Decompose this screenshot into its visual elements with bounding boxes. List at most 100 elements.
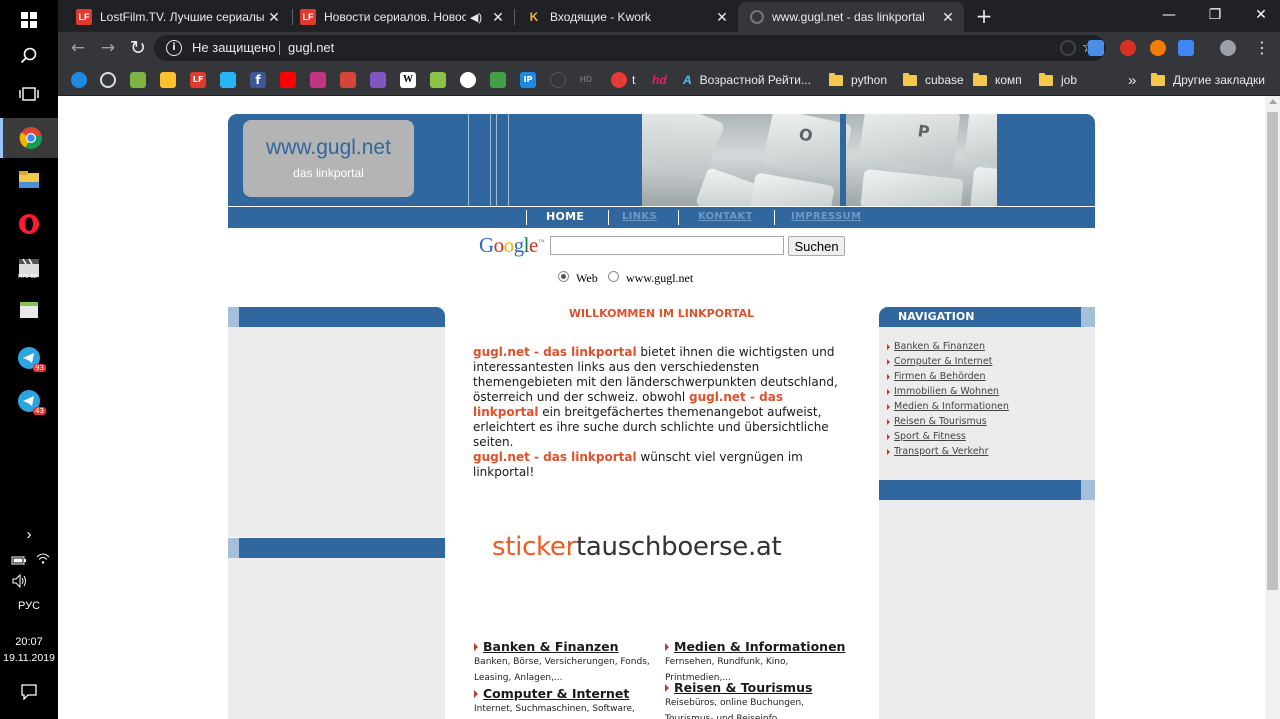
menu-links[interactable]: LINKS bbox=[622, 211, 657, 222]
android-icon[interactable] bbox=[430, 72, 446, 88]
taskbar-telegram-1[interactable]: 93 bbox=[0, 338, 58, 378]
nav-link-medien[interactable]: Medien & Informationen bbox=[887, 401, 1009, 412]
taskbar-telegram-2[interactable]: 43 bbox=[0, 381, 58, 421]
forward-button[interactable]: → bbox=[96, 36, 120, 60]
hd-icon[interactable]: HD bbox=[578, 72, 594, 88]
search-button[interactable] bbox=[0, 36, 58, 76]
close-icon[interactable]: ✕ bbox=[488, 9, 508, 26]
wikipedia-icon[interactable]: W bbox=[400, 72, 416, 88]
taskbar-explorer[interactable] bbox=[0, 160, 58, 200]
taskbar-opera[interactable] bbox=[0, 204, 58, 244]
instagram-icon[interactable] bbox=[310, 72, 326, 88]
url-text[interactable]: gugl.net bbox=[288, 40, 334, 55]
scrollbar-thumb[interactable] bbox=[1267, 112, 1278, 590]
reload-button[interactable]: ↻ bbox=[126, 36, 150, 60]
close-icon[interactable]: ✕ bbox=[712, 9, 732, 26]
menu-kontakt[interactable]: KONTAKT bbox=[698, 211, 753, 222]
speaker-icon[interactable]: ◀) bbox=[470, 11, 482, 24]
bookmark-folder-cubase[interactable]: cubase bbox=[903, 71, 964, 89]
task-view-button[interactable] bbox=[0, 74, 58, 114]
extension-adblock-icon[interactable] bbox=[1120, 40, 1136, 56]
nav-link-firmen[interactable]: Firmen & Behörden bbox=[887, 371, 986, 382]
close-window-button[interactable]: ✕ bbox=[1238, 0, 1280, 30]
volume-icon[interactable] bbox=[11, 573, 29, 592]
bookmark-folder-python[interactable]: python bbox=[829, 71, 887, 89]
radio-web-label[interactable]: Web bbox=[576, 271, 598, 286]
taskbar-mpc[interactable]: MPC-BE bbox=[0, 248, 58, 288]
lf-icon[interactable]: LF bbox=[190, 72, 206, 88]
search-button[interactable]: Suchen bbox=[788, 236, 845, 256]
facebook-icon[interactable]: f bbox=[250, 72, 266, 88]
nav-link-transport[interactable]: Transport & Verkehr bbox=[887, 446, 988, 457]
nav-link-computer[interactable]: Computer & Internet bbox=[887, 356, 992, 367]
site-logo[interactable]: www.gugl.net das linkportal bbox=[243, 120, 414, 197]
taskbar-chrome[interactable] bbox=[0, 118, 58, 158]
bookmark-folder-other[interactable]: Другие закладки bbox=[1151, 71, 1265, 89]
security-label[interactable]: Не защищено bbox=[192, 40, 276, 55]
menu-dots-icon[interactable]: ⋮ bbox=[1250, 36, 1274, 60]
extension-google-translate-icon[interactable] bbox=[1178, 40, 1194, 56]
new-tab-button[interactable]: + bbox=[972, 4, 996, 28]
nav-link-sport[interactable]: Sport & Fitness bbox=[887, 431, 966, 442]
bookmark-hd-pink[interactable]: hd bbox=[652, 71, 667, 89]
bookmark-ok-icon[interactable] bbox=[460, 72, 476, 88]
menu-home[interactable]: HOME bbox=[546, 210, 584, 223]
bookmark-bars-icon[interactable] bbox=[490, 72, 506, 88]
close-icon[interactable]: ✕ bbox=[264, 9, 284, 26]
category-title[interactable]: Computer & Internet bbox=[483, 686, 629, 701]
bookmark-arrow-icon[interactable] bbox=[71, 72, 87, 88]
bookmark-play-icon[interactable] bbox=[370, 72, 386, 88]
profile-avatar-icon[interactable] bbox=[1220, 40, 1236, 56]
gmail-icon[interactable] bbox=[340, 72, 356, 88]
ip-icon[interactable]: IP bbox=[520, 72, 536, 88]
bookmarks-overflow-button[interactable]: » bbox=[1128, 71, 1136, 89]
back-button[interactable]: ← bbox=[66, 36, 90, 60]
tab-lostfilm[interactable]: LF LostFilm.TV. Лучшие сериалы. С ✕ bbox=[64, 2, 290, 32]
notification-icon[interactable] bbox=[21, 684, 37, 704]
bookmark-age-rating[interactable]: A Возрастной Рейти... bbox=[683, 71, 811, 89]
bookmark-t[interactable]: t bbox=[632, 71, 635, 89]
extension-circle-icon[interactable] bbox=[1060, 40, 1076, 56]
bookmark-image-icon[interactable] bbox=[130, 72, 146, 88]
tab-gugl-active[interactable]: www.gugl.net - das linkportal ✕ bbox=[738, 2, 964, 32]
category-computer[interactable]: Computer & Internet Internet, Suchmaschi… bbox=[474, 686, 664, 719]
search-input[interactable] bbox=[550, 236, 784, 255]
category-title[interactable]: Banken & Finanzen bbox=[483, 639, 619, 654]
input-language[interactable]: РУС bbox=[0, 600, 58, 612]
address-bar[interactable]: i Не защищено gugl.net ☆ bbox=[154, 35, 1106, 61]
bookmark-aperture-icon[interactable] bbox=[100, 72, 116, 88]
clock-time[interactable]: 20:07 bbox=[0, 636, 58, 648]
minimize-button[interactable]: — bbox=[1146, 0, 1192, 30]
category-medien[interactable]: Medien & Informationen Fernsehen, Rundfu… bbox=[665, 639, 855, 686]
battery-icon[interactable] bbox=[11, 551, 27, 570]
close-icon[interactable]: ✕ bbox=[938, 9, 958, 26]
chevron-right-icon[interactable]: › bbox=[0, 526, 58, 543]
bookmark-circle-icon[interactable] bbox=[550, 72, 566, 88]
nav-link-banken[interactable]: Banken & Finanzen bbox=[887, 341, 985, 352]
scroll-up-arrow-icon[interactable] bbox=[1269, 99, 1277, 104]
nav-link-immobilien[interactable]: Immobilien & Wohnen bbox=[887, 386, 999, 397]
extension-fire-icon[interactable] bbox=[1150, 40, 1166, 56]
page-scrollbar[interactable] bbox=[1265, 96, 1280, 719]
stickertauschboerse-banner[interactable]: stickertauschboerse.at bbox=[492, 532, 782, 562]
radio-site-label[interactable]: www.gugl.net bbox=[626, 271, 693, 286]
brand-link[interactable]: gugl.net - das linkportal bbox=[473, 450, 637, 464]
category-banken[interactable]: Banken & Finanzen Banken, Börse, Versich… bbox=[474, 639, 664, 686]
extension-translate-icon[interactable] bbox=[1088, 40, 1104, 56]
wifi-icon[interactable] bbox=[36, 550, 50, 569]
bookmark-folder-komp[interactable]: комп bbox=[973, 71, 1022, 89]
tab-kwork[interactable]: K Входящие - Kwork ✕ bbox=[514, 2, 738, 32]
category-reisen[interactable]: Reisen & Tourismus Reisebüros, online Bu… bbox=[665, 680, 855, 719]
bookmark-chat-icon[interactable] bbox=[220, 72, 236, 88]
taskbar-app-99[interactable] bbox=[0, 290, 58, 330]
bookmark-red-icon[interactable] bbox=[611, 72, 627, 88]
radio-web[interactable] bbox=[558, 271, 569, 282]
info-icon[interactable]: i bbox=[166, 40, 182, 56]
nav-link-reisen[interactable]: Reisen & Tourismus bbox=[887, 416, 987, 427]
category-title[interactable]: Medien & Informationen bbox=[674, 639, 845, 654]
bookmark-app-icon[interactable] bbox=[160, 72, 176, 88]
maximize-button[interactable]: ❐ bbox=[1192, 0, 1238, 30]
start-button[interactable] bbox=[0, 0, 58, 40]
brand-link[interactable]: gugl.net - das linkportal bbox=[473, 345, 637, 359]
radio-site[interactable] bbox=[608, 271, 619, 282]
